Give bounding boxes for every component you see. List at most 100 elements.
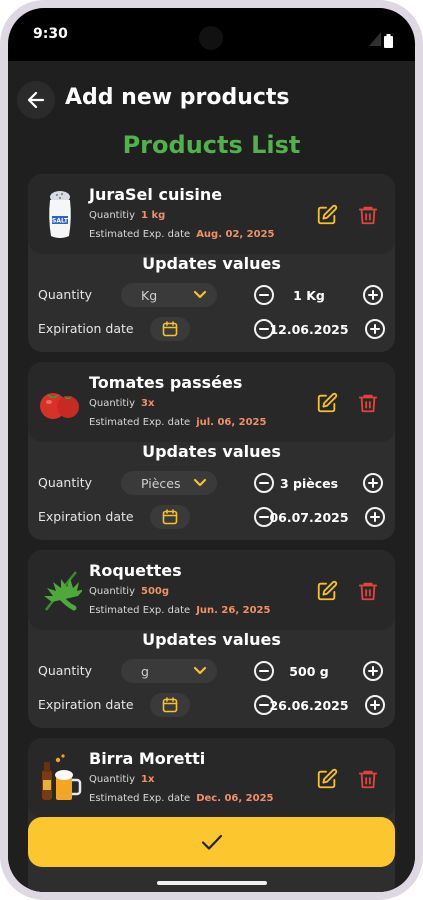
confirm-button[interactable] xyxy=(28,817,395,867)
trash-icon[interactable] xyxy=(357,580,379,602)
unit-select-value: g xyxy=(141,663,149,679)
product-name: JuraSel cuisine xyxy=(89,185,223,204)
trash-icon[interactable] xyxy=(357,204,379,226)
quantity-label: Quantitiy xyxy=(89,586,135,597)
app-content: Add new products Products List SALT Jura… xyxy=(8,61,415,892)
product-exp-date: Aug. 02, 2025 xyxy=(196,229,275,240)
expiration-row-label: Expiration date xyxy=(38,321,134,336)
unit-select-value: Pièces xyxy=(141,475,181,491)
product-name: Roquettes xyxy=(89,561,182,580)
unit-select[interactable]: Kg xyxy=(121,283,217,307)
product-quantity-row: Quantitiy 500g xyxy=(89,586,169,597)
product-name: Tomates passées xyxy=(89,373,243,392)
plus-icon xyxy=(368,478,378,488)
exp-date-label: Estimated Exp. date xyxy=(89,605,191,616)
home-indicator[interactable] xyxy=(157,881,267,885)
quantity-label: Quantitiy xyxy=(89,398,135,409)
product-card: Tomates passées Quantitiy 3x Estimated Ex… xyxy=(28,362,395,540)
increase-quantity-button[interactable] xyxy=(363,473,383,493)
arrow-left-icon xyxy=(27,91,45,109)
increase-quantity-button[interactable] xyxy=(363,285,383,305)
products-list-title: Products List xyxy=(122,131,301,159)
calendar-icon xyxy=(162,321,178,337)
calendar-icon xyxy=(162,509,178,525)
quantity-row-label: Quantity xyxy=(38,287,93,302)
tomato-icon xyxy=(40,393,79,419)
quantity-value: 1 Kg xyxy=(293,288,325,303)
plus-icon xyxy=(370,700,380,710)
product-card: Birra Moretti Quantitiy 1x Estimated Exp.… xyxy=(28,738,395,892)
phone-frame: 9:30 Add new products Products List SALT… xyxy=(0,0,423,900)
updates-values-title: Updates values xyxy=(142,254,281,273)
expiration-date-value: 06.07.2025 xyxy=(269,510,349,525)
calendar-button[interactable] xyxy=(150,693,190,717)
increase-date-button[interactable] xyxy=(365,319,385,339)
chevron-down-icon xyxy=(193,666,207,675)
increase-quantity-button[interactable] xyxy=(363,661,383,681)
expiration-date-value: 26.06.2025 xyxy=(269,698,349,713)
plus-icon xyxy=(370,324,380,334)
quantity-label: Quantitiy xyxy=(89,774,135,785)
signal-icon xyxy=(369,32,381,46)
product-quantity: 500g xyxy=(141,586,170,597)
increase-date-button[interactable] xyxy=(365,695,385,715)
quantity-value: 3 pièces xyxy=(279,476,339,491)
expiration-row-label: Expiration date xyxy=(38,509,134,524)
calendar-button[interactable] xyxy=(150,317,190,341)
product-quantity-row: Quantitiy 3x xyxy=(89,398,154,409)
edit-icon[interactable] xyxy=(316,768,338,790)
product-exp-date: Dec. 06, 2025 xyxy=(196,793,274,804)
screen: 9:30 Add new products Products List SALT… xyxy=(8,8,415,892)
updates-values-title: Updates values xyxy=(142,442,281,461)
back-button[interactable] xyxy=(17,81,55,119)
arugula-icon xyxy=(44,571,82,611)
trash-icon[interactable] xyxy=(357,768,379,790)
product-exp-row: Estimated Exp. date Dec. 06, 2025 xyxy=(89,793,274,804)
updates-values-title: Updates values xyxy=(142,630,281,649)
increase-date-button[interactable] xyxy=(365,507,385,527)
product-exp-date: jul. 06, 2025 xyxy=(196,417,267,428)
product-name: Birra Moretti xyxy=(89,749,206,768)
product-card: SALT JuraSel cuisine Quantitiy 1 kg Estim… xyxy=(28,174,395,352)
product-exp-row: Estimated Exp. date jul. 06, 2025 xyxy=(89,417,266,428)
quantity-label: Quantitiy xyxy=(89,210,135,221)
product-quantity-row: Quantitiy 1x xyxy=(89,774,154,785)
exp-date-label: Estimated Exp. date xyxy=(89,229,191,240)
exp-date-label: Estimated Exp. date xyxy=(89,793,191,804)
svg-text:SALT: SALT xyxy=(52,218,69,225)
plus-icon xyxy=(370,512,380,522)
product-quantity: 1x xyxy=(141,774,155,785)
quantity-row-label: Quantity xyxy=(38,663,93,678)
quantity-value: 500 g xyxy=(289,664,329,679)
product-exp-date: Jun. 26, 2025 xyxy=(196,605,271,616)
expiration-date-value: 12.06.2025 xyxy=(269,322,349,337)
product-quantity-row: Quantitiy 1 kg xyxy=(89,210,165,221)
edit-icon[interactable] xyxy=(316,204,338,226)
trash-icon[interactable] xyxy=(357,392,379,414)
product-header: Tomates passées Quantitiy 3x Estimated Ex… xyxy=(28,362,395,442)
product-card: Roquettes Quantitiy 500g Estimated Exp. d… xyxy=(28,550,395,728)
beer-icon xyxy=(42,754,82,800)
product-header: SALT JuraSel cuisine Quantitiy 1 kg Estim… xyxy=(28,174,395,254)
edit-icon[interactable] xyxy=(316,580,338,602)
check-icon xyxy=(201,834,222,850)
plus-icon xyxy=(368,666,378,676)
edit-icon[interactable] xyxy=(316,392,338,414)
product-quantity: 1 kg xyxy=(141,210,166,221)
calendar-button[interactable] xyxy=(150,505,190,529)
calendar-icon xyxy=(162,697,178,713)
product-header: Roquettes Quantitiy 500g Estimated Exp. d… xyxy=(28,550,395,630)
chevron-down-icon xyxy=(193,290,207,299)
product-quantity: 3x xyxy=(141,398,155,409)
page-title: Add new products xyxy=(65,85,290,110)
unit-select-value: Kg xyxy=(141,287,158,303)
battery-icon xyxy=(384,34,393,48)
exp-date-label: Estimated Exp. date xyxy=(89,417,191,428)
unit-select[interactable]: g xyxy=(121,659,217,683)
salt-shaker-icon: SALT xyxy=(49,191,71,238)
product-header: Birra Moretti Quantitiy 1x Estimated Exp.… xyxy=(28,738,395,818)
unit-select[interactable]: Pièces xyxy=(121,471,217,495)
quantity-row-label: Quantity xyxy=(38,475,93,490)
product-exp-row: Estimated Exp. date Aug. 02, 2025 xyxy=(89,229,275,240)
expiration-row-label: Expiration date xyxy=(38,697,134,712)
